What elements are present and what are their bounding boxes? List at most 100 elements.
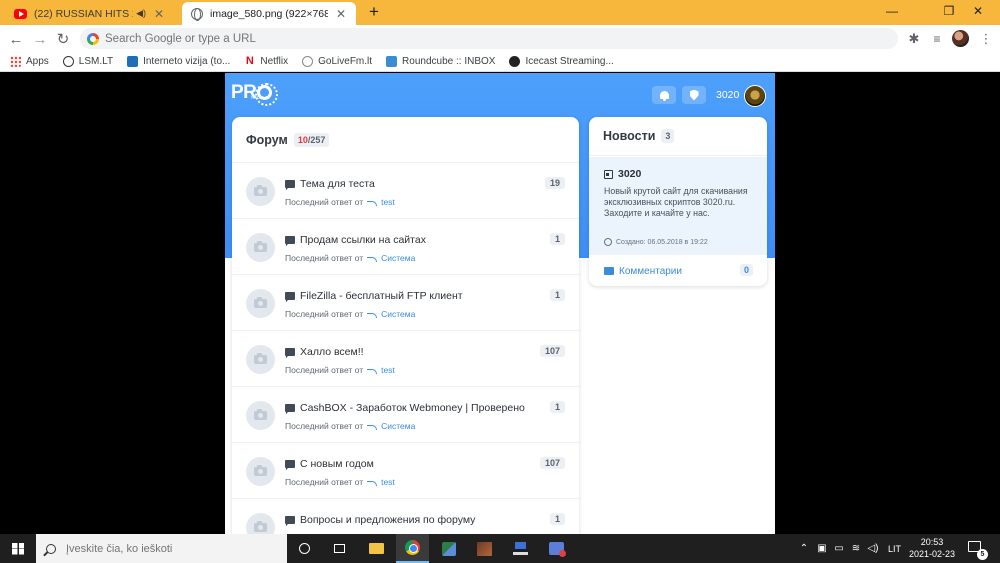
avatar[interactable] — [246, 177, 275, 206]
comments-link[interactable]: Комментарии — [619, 266, 682, 277]
icecast-icon — [509, 56, 521, 67]
tab-title: image_580.png (922×768) — [210, 7, 328, 20]
network-app-taskbar-button[interactable] — [504, 534, 537, 563]
cortana-button[interactable] — [288, 534, 321, 563]
game-taskbar-button[interactable] — [468, 534, 501, 563]
app-taskbar-button[interactable] — [432, 534, 465, 563]
news-item[interactable]: 3020 Новый крутой сайт для скачивания эк… — [589, 157, 767, 255]
bookmark-icecast[interactable]: Icecast Streaming... — [509, 56, 614, 67]
avatar[interactable] — [246, 345, 275, 374]
tab-youtube[interactable]: (22) RUSSIAN HITS 2021 MIX ◀) ✕ — [6, 2, 174, 25]
topic-title[interactable]: CashBOX - Заработок Webmoney | Проверено — [300, 402, 525, 414]
new-tab-button[interactable]: + — [364, 3, 384, 21]
chat-icon — [285, 404, 295, 414]
author-link[interactable]: test — [381, 197, 395, 207]
user-name[interactable]: 3020 — [716, 89, 739, 101]
news-card: Новости 3 3020 Новый крутой сайт для ска… — [589, 117, 767, 286]
security-button[interactable] — [682, 86, 706, 104]
chrome-taskbar-button[interactable] — [396, 534, 429, 563]
volume-icon[interactable]: ◁) — [867, 543, 879, 555]
wifi-icon[interactable]: ≋ — [850, 543, 862, 555]
close-tab-icon[interactable]: ✕ — [334, 7, 348, 21]
author-link[interactable]: test — [381, 365, 395, 375]
bookmark-golivefm[interactable]: GoLiveFm.lt — [302, 56, 372, 67]
bookmark-label: Interneto vizija (to... — [143, 56, 231, 67]
topic-title[interactable]: Продам ссылки на сайтах — [300, 234, 426, 246]
extensions-puzzle-icon[interactable]: ✱ — [904, 29, 924, 49]
topic-meta: Последний ответ от test — [285, 197, 395, 207]
bookmark-interneto-vizija[interactable]: Interneto vizija (to... — [127, 56, 230, 67]
taskbar-search-input[interactable] — [66, 542, 266, 555]
topic-title[interactable]: FileZilla - бесплатный FTP клиент — [300, 290, 463, 302]
news-header: Новости 3 — [589, 117, 767, 156]
camera-tray-icon[interactable]: ▣ — [816, 543, 828, 555]
topic-row[interactable]: Халло всем!! Последний ответ от test 107 — [232, 331, 579, 387]
camera-icon — [254, 521, 267, 532]
language-indicator[interactable]: LIT — [888, 544, 901, 554]
topic-title[interactable]: Вопросы и предложения по форуму — [300, 514, 475, 526]
reply-arrow-icon — [367, 312, 378, 318]
news-item-date: Создано: 06.05.2018 в 19:22 — [604, 238, 708, 246]
forum-card: Форум 10/257 Тема для теста Последний от… — [232, 117, 579, 534]
site-page: PR forum.ru 3020 Форум 10/257 Тема для т… — [225, 73, 775, 534]
author-link[interactable]: Система — [381, 421, 415, 431]
bookmark-label: Roundcube :: INBOX — [402, 56, 496, 67]
start-button[interactable] — [0, 534, 36, 563]
bookmark-lsm[interactable]: LSM.LT — [62, 56, 113, 67]
tab-image[interactable]: image_580.png (922×768) ✕ — [182, 2, 356, 25]
url-input[interactable] — [105, 32, 805, 45]
topic-row[interactable]: CashBOX - Заработок Webmoney | Проверено… — [232, 387, 579, 443]
comments-icon — [604, 267, 614, 275]
author-link[interactable]: test — [381, 477, 395, 487]
address-bar[interactable] — [80, 28, 898, 49]
news-item-title[interactable]: 3020 — [618, 168, 641, 180]
topic-title[interactable]: Халло всем!! — [300, 346, 364, 358]
file-explorer-button[interactable] — [360, 534, 393, 563]
back-arrow-icon[interactable]: ← — [6, 29, 26, 49]
news-count-badge: 3 — [661, 129, 675, 143]
taskbar-search[interactable] — [36, 534, 287, 563]
reply-arrow-icon — [367, 368, 378, 374]
notifications-button[interactable] — [652, 86, 676, 104]
chevron-up-icon[interactable]: ⌃ — [798, 543, 810, 555]
media-queue-icon[interactable]: ≡ — [927, 29, 947, 49]
topic-row[interactable]: Тема для теста Последний ответ от test 19 — [232, 163, 579, 219]
reply-count-badge: 1 — [549, 233, 565, 245]
reload-icon[interactable]: ↻ — [53, 29, 73, 49]
avatar[interactable] — [246, 289, 275, 318]
close-tab-icon[interactable]: ✕ — [152, 7, 166, 21]
battery-icon[interactable]: ▭ — [833, 543, 845, 555]
bookmark-apps[interactable]: Apps — [10, 56, 49, 67]
forward-arrow-icon[interactable]: → — [30, 29, 50, 49]
task-view-icon — [334, 544, 345, 553]
avatar[interactable] — [246, 513, 275, 534]
calendar-icon — [604, 169, 613, 179]
profile-avatar[interactable] — [952, 30, 969, 47]
topic-row[interactable]: С новым годом Последний ответ от test 107 — [232, 443, 579, 499]
camera-icon — [254, 297, 267, 308]
task-view-button[interactable] — [323, 534, 356, 563]
topic-title[interactable]: Тема для теста — [300, 178, 375, 190]
avatar[interactable] — [246, 401, 275, 430]
author-link[interactable]: Система — [381, 253, 415, 263]
topic-row[interactable]: FileZilla - бесплатный FTP клиент Послед… — [232, 275, 579, 331]
minimize-button[interactable]: — — [870, 0, 914, 22]
topic-row[interactable]: Вопросы и предложения по форуму 1 — [232, 499, 579, 534]
topic-row[interactable]: Продам ссылки на сайтах Последний ответ … — [232, 219, 579, 275]
bookmark-roundcube[interactable]: Roundcube :: INBOX — [386, 56, 495, 67]
avatar[interactable] — [246, 233, 275, 262]
messenger-taskbar-button[interactable] — [540, 534, 573, 563]
topic-title[interactable]: С новым годом — [300, 458, 374, 470]
topic-meta: Последний ответ от Система — [285, 253, 416, 263]
bell-icon — [659, 91, 669, 101]
bookmark-netflix[interactable]: N Netflix — [244, 56, 288, 68]
speaker-icon[interactable]: ◀) — [136, 8, 146, 19]
close-window-button[interactable]: ✕ — [956, 0, 1000, 22]
clock[interactable]: 20:53 2021-02-23 — [902, 536, 962, 560]
more-menu-icon[interactable]: ⋮ — [976, 29, 996, 49]
reply-arrow-icon — [367, 200, 378, 206]
author-link[interactable]: Система — [381, 309, 415, 319]
user-avatar[interactable] — [744, 85, 766, 107]
avatar[interactable] — [246, 457, 275, 486]
browser-toolbar: ← → ↻ ✱ ≡ ⋮ — [0, 25, 1000, 52]
